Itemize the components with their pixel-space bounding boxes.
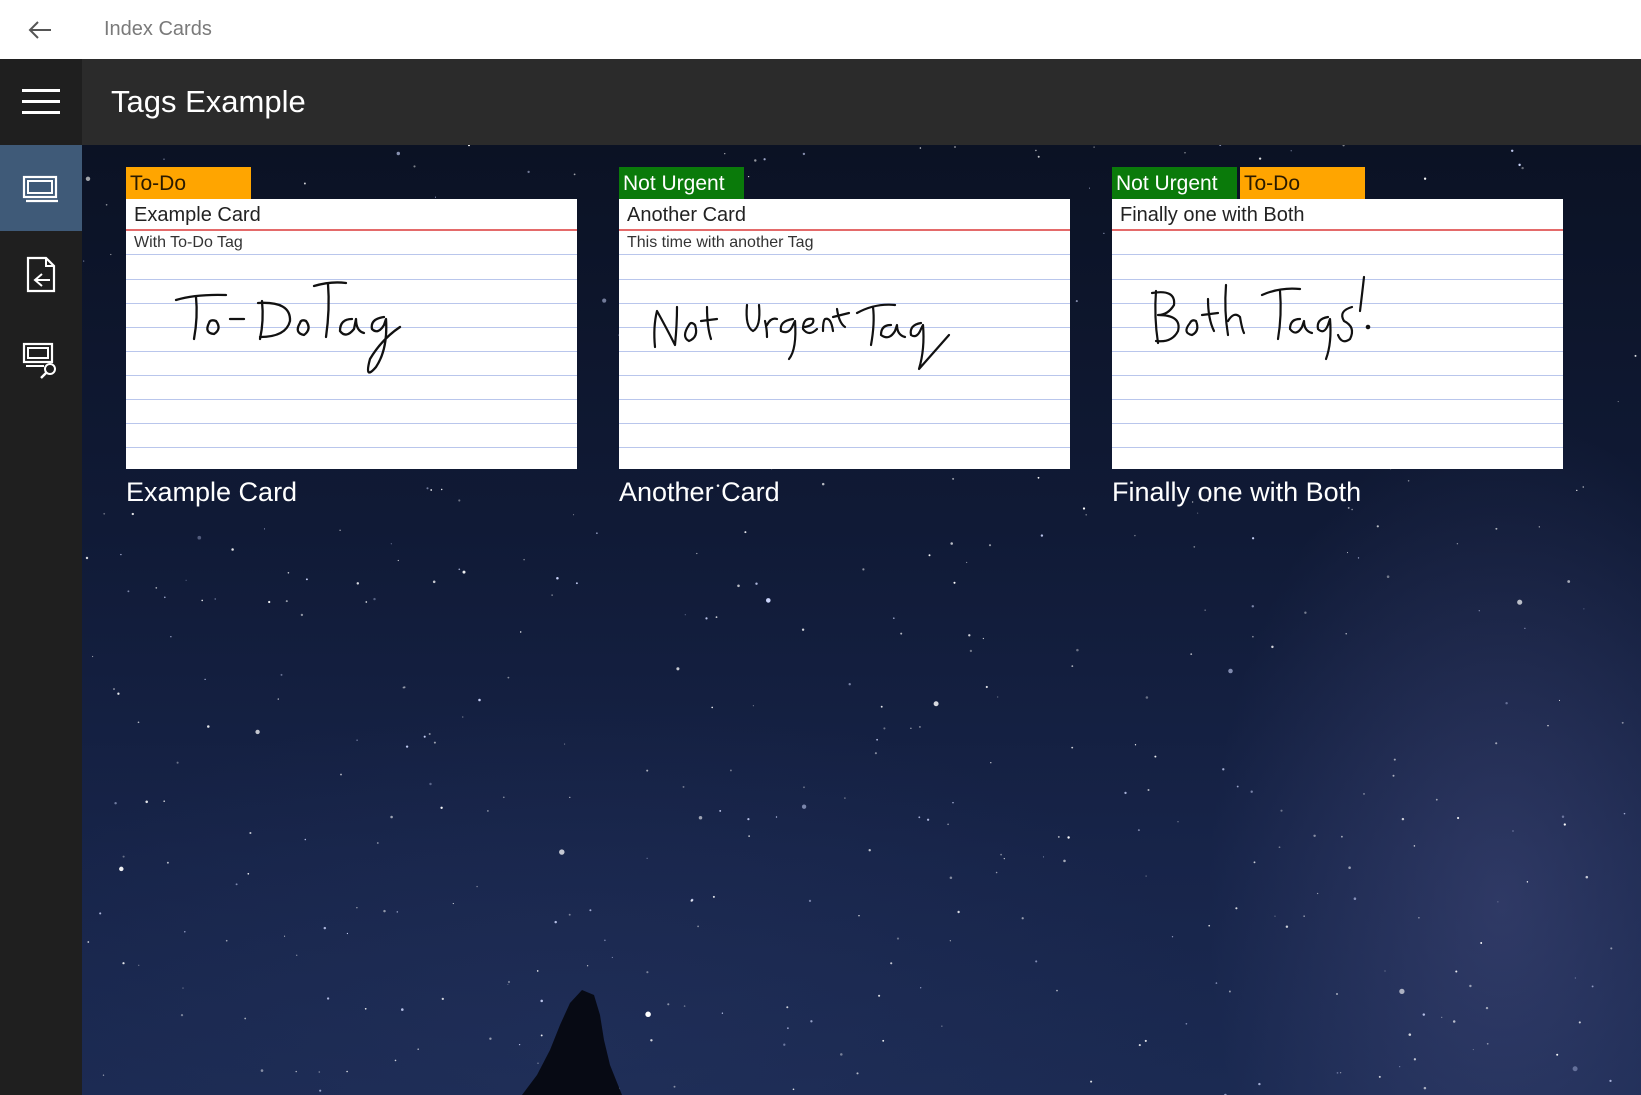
- index-card[interactable]: Example Card With To-Do Tag: [126, 199, 577, 469]
- tag-row: To-Do: [126, 167, 577, 199]
- card-item[interactable]: Not Urgent To-Do Finally one with Both F…: [1112, 167, 1563, 508]
- nav-export-button[interactable]: [0, 231, 82, 317]
- index-card[interactable]: Finally one with Both: [1112, 199, 1563, 469]
- hamburger-menu-icon: [22, 89, 60, 114]
- card-item[interactable]: To-Do Example Card With To-Do Tag Exampl…: [126, 167, 577, 508]
- card-caption: Another Card: [619, 477, 780, 507]
- tag-todo: To-Do: [126, 167, 251, 199]
- handwriting-ink: [1150, 275, 1371, 361]
- tag-todo: To-Do: [1240, 167, 1365, 199]
- hamburger-menu-button[interactable]: [0, 59, 82, 145]
- title-bar: Index Cards: [0, 0, 1641, 59]
- nav-search-button[interactable]: [0, 317, 82, 403]
- cards-view-icon: [22, 175, 58, 203]
- card-item[interactable]: Not Urgent Another Card This time with a…: [619, 167, 1070, 508]
- app-window: Index Cards Tags Example To-Do Example C…: [0, 0, 1641, 1095]
- tag-not-urgent: Not Urgent: [1112, 167, 1237, 199]
- search-cards-icon: [22, 342, 56, 379]
- nav-rail: [0, 59, 82, 1095]
- tag-row: Not Urgent To-Do: [1112, 167, 1563, 199]
- tag-row: Not Urgent: [619, 167, 1070, 199]
- tag-not-urgent: Not Urgent: [619, 167, 744, 199]
- card-caption: Finally one with Both: [1112, 477, 1362, 507]
- page-title: Tags Example: [111, 84, 306, 119]
- nav-cards-button[interactable]: [0, 145, 82, 231]
- back-button[interactable]: [0, 0, 80, 59]
- handwriting-ink: [653, 303, 951, 371]
- index-card[interactable]: Another Card This time with another Tag: [619, 199, 1070, 469]
- card-caption: Example Card: [126, 477, 298, 507]
- card-grid-area: To-Do Example Card With To-Do Tag Exampl…: [82, 145, 1641, 1095]
- app-title: Index Cards: [104, 18, 212, 40]
- page-header: Tags Example: [82, 59, 1641, 145]
- back-arrow-icon: [28, 20, 51, 39]
- handwriting-ink: [174, 281, 402, 374]
- export-icon: [26, 256, 56, 293]
